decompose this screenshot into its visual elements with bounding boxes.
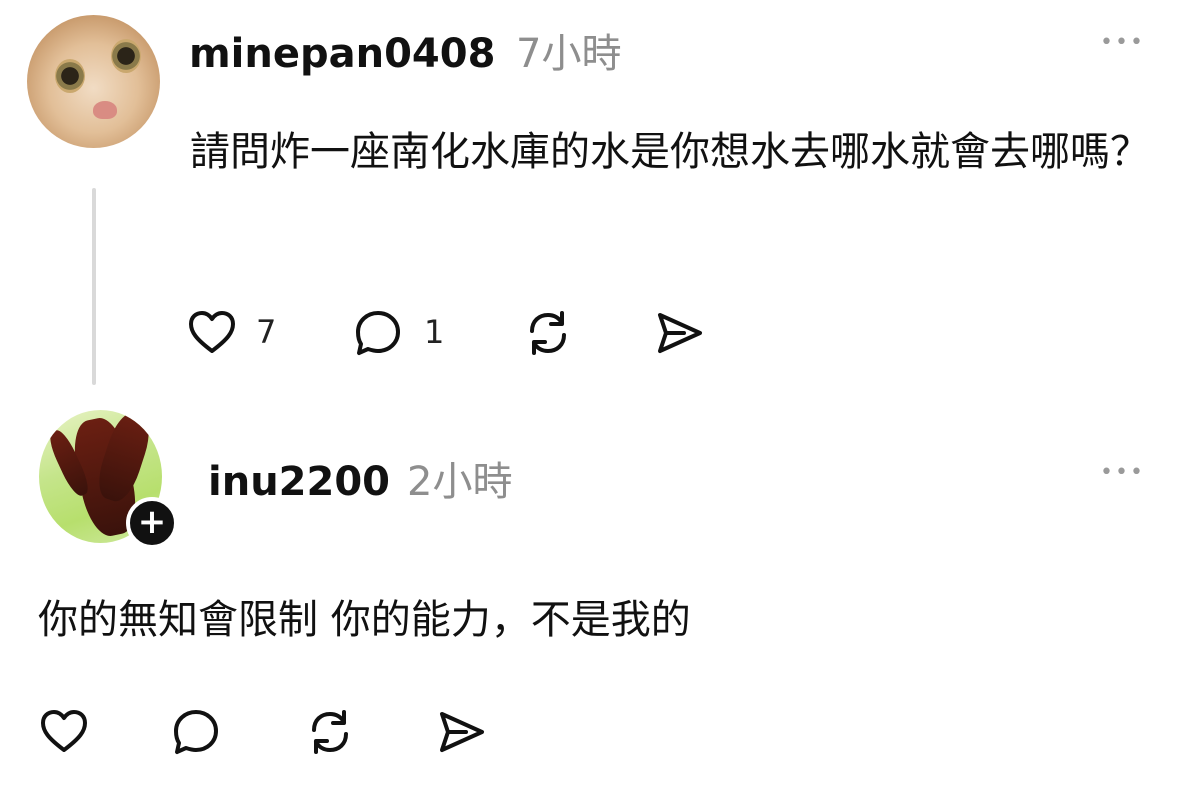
send-icon[interactable] bbox=[654, 307, 706, 359]
more-options-button[interactable]: ••• bbox=[1100, 460, 1145, 485]
avatar[interactable] bbox=[27, 15, 160, 148]
heart-icon[interactable] bbox=[186, 307, 238, 359]
timestamp: 2小時 bbox=[407, 459, 513, 505]
cat-eye bbox=[55, 59, 85, 93]
repost-icon[interactable] bbox=[522, 307, 574, 359]
post-text: 請問炸一座南化水庫的水是你想水去哪水就會去哪嗎？ bbox=[190, 129, 1150, 175]
cat-nose bbox=[93, 101, 117, 119]
follow-plus-button[interactable]: + bbox=[126, 497, 178, 549]
reply-count: 1 bbox=[424, 313, 445, 351]
cat-eye bbox=[111, 39, 141, 73]
repost-icon[interactable] bbox=[304, 706, 356, 758]
post-text: 你的無知會限制 你的能力，不是我的 bbox=[38, 597, 691, 643]
heart-icon[interactable] bbox=[38, 706, 90, 758]
send-icon[interactable] bbox=[436, 706, 488, 758]
timestamp: 7小時 bbox=[516, 31, 622, 77]
thread-line bbox=[92, 188, 96, 385]
comment-icon[interactable] bbox=[170, 706, 222, 758]
like-count: 7 bbox=[256, 313, 277, 351]
username[interactable]: minepan0408 bbox=[189, 28, 495, 80]
more-options-button[interactable]: ••• bbox=[1100, 30, 1145, 55]
username[interactable]: inu2200 bbox=[208, 456, 390, 508]
comment-icon[interactable] bbox=[352, 307, 404, 359]
